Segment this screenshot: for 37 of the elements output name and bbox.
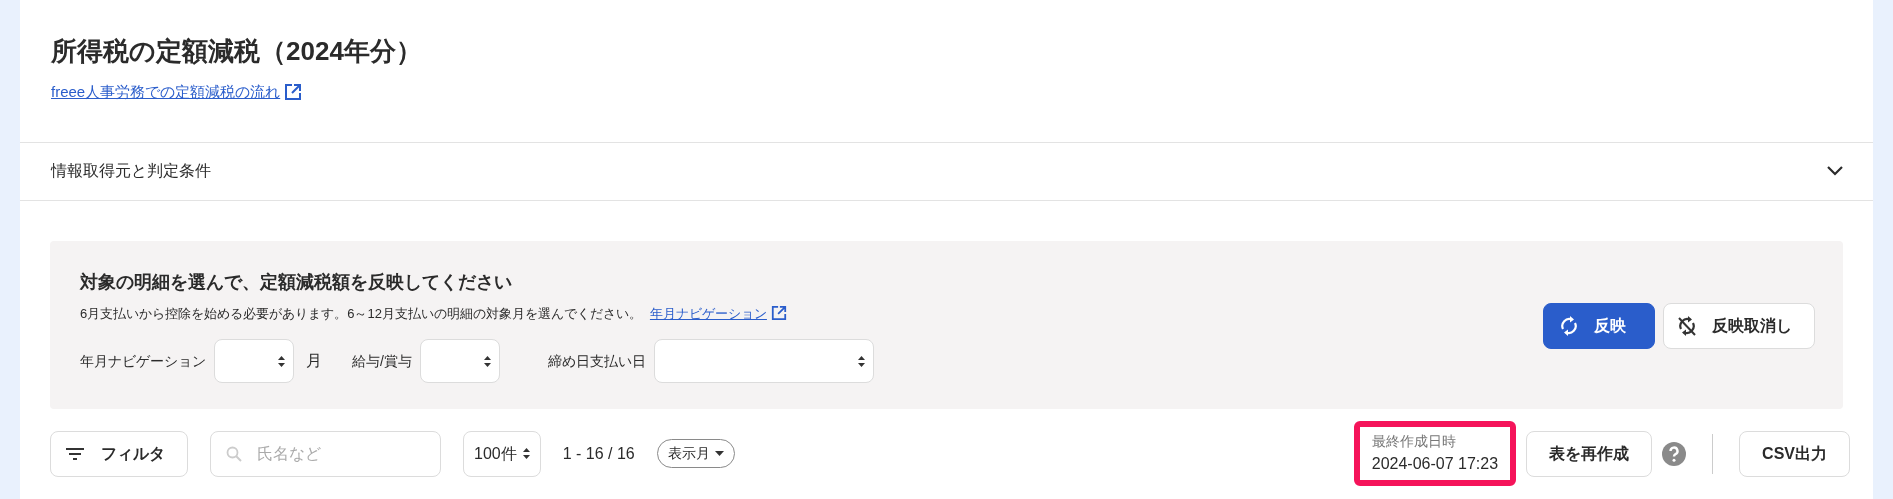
- regenerate-button[interactable]: 表を再作成: [1526, 430, 1653, 477]
- caret-icon: [714, 451, 724, 457]
- cancel-apply-button[interactable]: 反映取消し: [1663, 302, 1815, 349]
- help-link[interactable]: freee人事労務での定額減税の流れ: [51, 81, 281, 104]
- external-link-icon: [770, 305, 787, 322]
- select-field[interactable]: [214, 339, 294, 384]
- select-field[interactable]: [653, 339, 874, 384]
- apply-button[interactable]: 反映: [1543, 302, 1655, 349]
- last-created-timestamp: 2024-06-07 17:23: [1371, 454, 1499, 475]
- select-caret-icon: [483, 355, 491, 367]
- per-page-select[interactable]: 100件: [463, 430, 541, 477]
- accordion-label: 情報取得元と判定条件: [51, 161, 211, 182]
- field-label: 締め日支払い日: [547, 351, 646, 371]
- page-title: 所得税の定額減税（2024年分）: [51, 36, 423, 68]
- panel-title: 対象の明細を選んで、定額減税額を反映してください: [80, 270, 513, 294]
- accordion-header[interactable]: 情報取得元と判定条件: [20, 141, 1873, 201]
- navigation-link[interactable]: 年月ナビゲーション: [649, 303, 767, 324]
- search-field[interactable]: 氏名など: [210, 430, 441, 477]
- filter-button[interactable]: フィルタ: [50, 430, 188, 477]
- select-caret-icon: [522, 448, 530, 460]
- month-unit: 月: [306, 351, 322, 372]
- field-label: 年月ナビゲーション: [80, 351, 206, 371]
- chevron-icon: [1827, 166, 1843, 177]
- panel-description: 6月支払いから控除を始める必要があります。6～12月支払いの明細の対象月を選んでください。: [80, 304, 642, 323]
- select-field[interactable]: [419, 339, 500, 384]
- select-caret-icon: [278, 355, 285, 367]
- pagination-range: 1 - 16 / 16: [562, 443, 635, 464]
- sync-icon: [1560, 314, 1578, 337]
- field-label: 給与/賞与: [352, 351, 412, 371]
- help-icon[interactable]: [1662, 441, 1687, 466]
- external-link-icon: [284, 83, 303, 102]
- select-caret-icon: [857, 355, 865, 367]
- sync-off-icon: [1678, 314, 1696, 337]
- filter-icon: [65, 446, 85, 461]
- last-created-label: 最終作成日時: [1371, 432, 1457, 452]
- search-icon: [226, 445, 242, 462]
- csv-export-button[interactable]: CSV出力: [1739, 430, 1850, 477]
